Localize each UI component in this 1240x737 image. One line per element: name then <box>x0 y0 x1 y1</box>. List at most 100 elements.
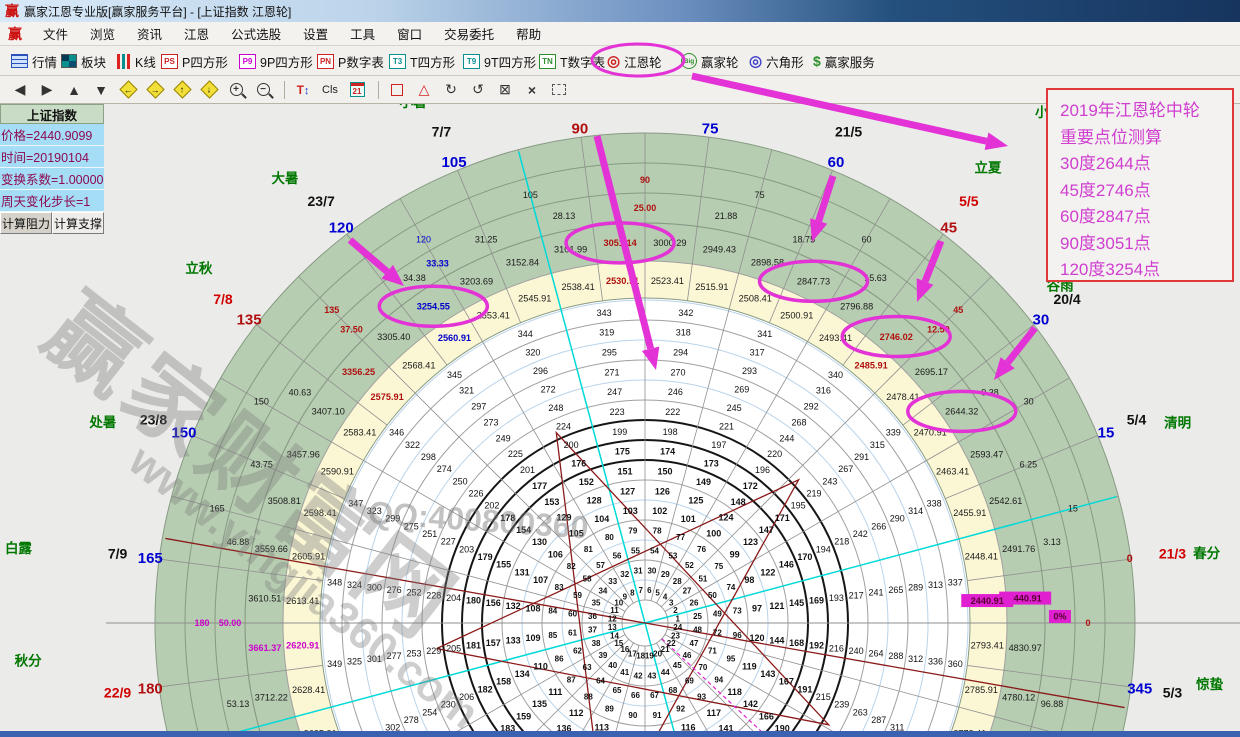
svg-text:251: 251 <box>422 529 437 539</box>
toolbar-button-label: T数字表 <box>560 52 605 71</box>
toolbar-button-9P四方形[interactable]: P99P四方形 <box>236 49 316 73</box>
svg-text:60: 60 <box>861 235 871 245</box>
svg-text:2898.58: 2898.58 <box>751 257 784 267</box>
svg-text:73: 73 <box>733 607 742 616</box>
lasso-button[interactable] <box>547 79 571 101</box>
svg-text:145: 145 <box>789 598 804 608</box>
zoom-out-button[interactable]: − <box>251 79 275 101</box>
svg-text:53: 53 <box>668 551 677 560</box>
menu-item-4[interactable]: 江恩 <box>173 21 220 46</box>
svg-text:273: 273 <box>483 417 498 427</box>
zoom-in-icon: + <box>230 83 243 96</box>
svg-text:105: 105 <box>442 154 467 171</box>
toolbar-button-label: T四方形 <box>410 52 455 71</box>
svg-text:158: 158 <box>496 677 511 687</box>
svg-text:0: 0 <box>1127 553 1133 565</box>
toolbar-button-赢家轮[interactable]: Big赢家轮 <box>678 49 742 73</box>
svg-text:181: 181 <box>466 641 481 651</box>
menu-item-9[interactable]: 交易委托 <box>433 21 505 46</box>
diamond-left-button[interactable]: ← <box>116 79 140 101</box>
svg-text:169: 169 <box>809 596 824 606</box>
svg-text:313: 313 <box>928 580 943 590</box>
svg-text:322: 322 <box>405 440 420 450</box>
down-button[interactable]: ▼ <box>89 79 113 101</box>
svg-text:87: 87 <box>567 675 576 684</box>
toolbar-button-赢家服务[interactable]: $赢家服务 <box>810 49 878 73</box>
svg-text:110: 110 <box>533 661 548 671</box>
svg-text:2538.41: 2538.41 <box>561 282 594 292</box>
svg-text:88: 88 <box>584 693 593 702</box>
svg-text:2613.41: 2613.41 <box>286 596 319 606</box>
svg-text:275: 275 <box>404 521 419 531</box>
prev-button[interactable]: ◀ <box>8 79 32 101</box>
svg-text:90: 90 <box>572 121 589 138</box>
svg-text:2463.41: 2463.41 <box>936 467 969 477</box>
svg-text:96: 96 <box>733 631 742 640</box>
cls-button[interactable]: Cls <box>318 79 342 101</box>
svg-text:28.13: 28.13 <box>553 211 576 221</box>
toolbar-button-板块[interactable]: 板块 <box>58 49 109 73</box>
toolbar-button-P四方形[interactable]: PSP四方形 <box>158 49 231 73</box>
svg-text:293: 293 <box>742 366 757 376</box>
menu-item-5[interactable]: 公式选股 <box>220 21 292 46</box>
rotate-ccw-button[interactable]: ↺ <box>466 79 490 101</box>
boxed-x-button[interactable]: ⊠ <box>493 79 517 101</box>
svg-text:146: 146 <box>779 560 794 570</box>
next-button[interactable]: ▶ <box>35 79 59 101</box>
svg-text:白露: 白露 <box>5 540 32 556</box>
svg-text:2440.91: 2440.91 <box>1009 593 1042 603</box>
svg-text:335: 335 <box>908 730 923 737</box>
svg-text:221: 221 <box>719 421 734 431</box>
diamond-right-button[interactable]: → <box>143 79 167 101</box>
svg-text:244: 244 <box>779 433 794 443</box>
menu-bar: 赢 文件浏览资讯江恩公式选股设置工具窗口交易委托帮助 <box>0 22 1240 46</box>
svg-text:23/7: 23/7 <box>308 193 335 209</box>
svg-text:4830.97: 4830.97 <box>1009 643 1042 653</box>
svg-text:135: 135 <box>532 699 547 709</box>
panel-button-resistance[interactable]: 计算阻力 <box>0 212 52 234</box>
toolbar-button-K线[interactable]: K线 <box>112 49 159 73</box>
svg-text:3457.96: 3457.96 <box>287 450 320 460</box>
svg-text:222: 222 <box>665 407 680 417</box>
toolbar-button-T数字表[interactable]: TNT数字表 <box>536 49 608 73</box>
up-button[interactable]: ▲ <box>62 79 86 101</box>
svg-text:46: 46 <box>683 651 692 660</box>
svg-text:170: 170 <box>797 552 812 562</box>
svg-text:3254.55: 3254.55 <box>417 301 450 311</box>
toolbar-button-六角形[interactable]: ◎六角形 <box>746 49 807 73</box>
svg-text:62: 62 <box>573 647 582 656</box>
svg-text:135: 135 <box>237 311 262 328</box>
toolbar-button-P数字表[interactable]: PNP数字表 <box>314 49 387 73</box>
menu-item-6[interactable]: 设置 <box>292 21 339 46</box>
svg-text:8: 8 <box>630 588 635 597</box>
svg-text:小暑: 小暑 <box>400 104 427 110</box>
measure-button[interactable]: T↕ <box>291 79 315 101</box>
toolbar-button-行情[interactable]: 行情 <box>8 49 60 73</box>
rect-tool-button[interactable] <box>385 79 409 101</box>
zoom-in-button[interactable]: + <box>224 79 248 101</box>
rotate-cw-button[interactable]: ↻ <box>439 79 463 101</box>
diamond-down-button[interactable]: ↓ <box>197 79 221 101</box>
panel-button-support[interactable]: 计算支撑 <box>52 212 104 234</box>
toolbar-separator <box>378 81 379 99</box>
menu-item-2[interactable]: 浏览 <box>79 21 126 46</box>
menu-item-3[interactable]: 资讯 <box>126 21 173 46</box>
svg-text:3.13: 3.13 <box>1043 537 1061 547</box>
toolbar-button-9T四方形[interactable]: T99T四方形 <box>460 49 539 73</box>
svg-text:180: 180 <box>194 618 209 628</box>
triangle-tool-button[interactable]: △ <box>412 79 436 101</box>
menu-item-7[interactable]: 工具 <box>339 21 386 46</box>
toolbar-button-label: P四方形 <box>182 52 228 71</box>
diamond-up-button[interactable]: ↑ <box>170 79 194 101</box>
menu-item-8[interactable]: 窗口 <box>386 21 433 46</box>
toolbar-button-T四方形[interactable]: T3T四方形 <box>386 49 458 73</box>
center-cross-button[interactable]: × <box>520 79 544 101</box>
toolbar-button-江恩轮[interactable]: ◎江恩轮 <box>604 49 665 73</box>
svg-text:205: 205 <box>446 643 461 653</box>
menu-item-1[interactable]: 文件 <box>32 21 79 46</box>
menu-item-10[interactable]: 帮助 <box>505 21 552 46</box>
calendar-button[interactable]: 21 <box>345 79 369 101</box>
svg-text:25.00: 25.00 <box>634 203 657 213</box>
svg-text:2605.91: 2605.91 <box>292 551 325 561</box>
svg-text:90: 90 <box>628 711 637 720</box>
